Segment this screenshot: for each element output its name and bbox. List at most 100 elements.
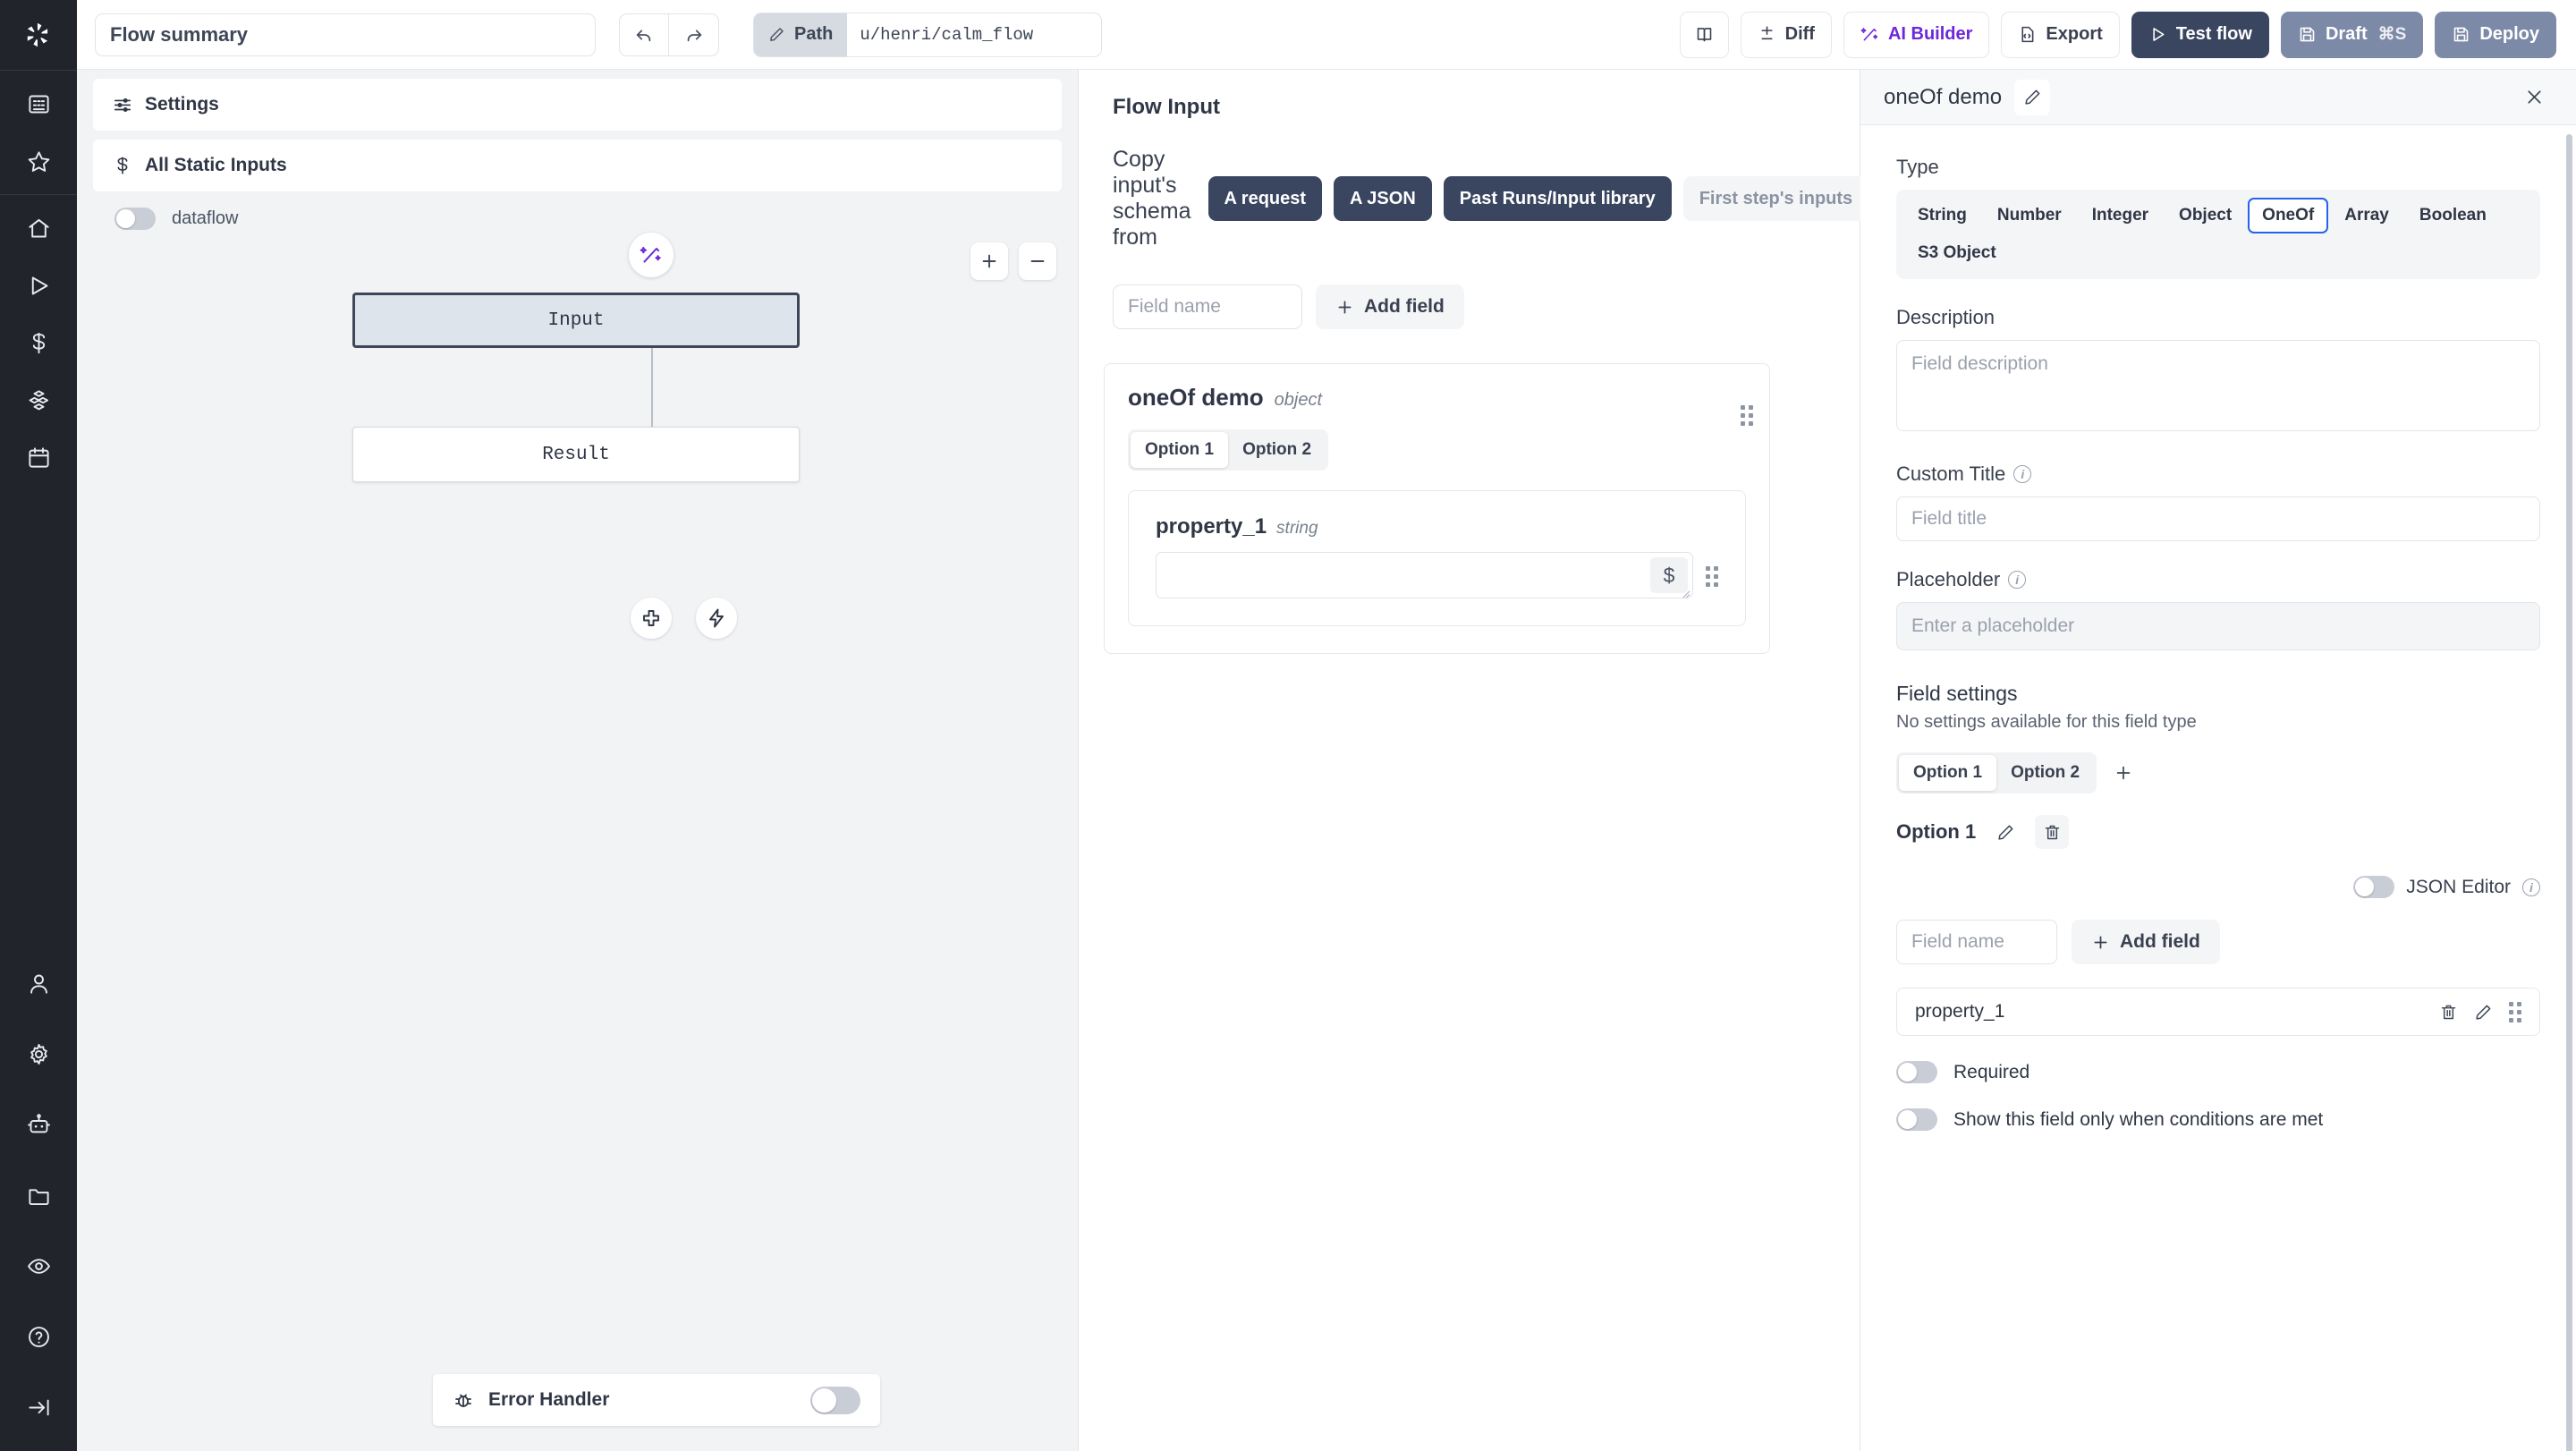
deploy-button[interactable]: Deploy — [2435, 12, 2556, 58]
static-inputs-accordion[interactable]: All Static Inputs — [93, 140, 1062, 191]
sidebar-item-resources[interactable] — [15, 379, 62, 420]
oneof-tab-option-2[interactable]: Option 2 — [1228, 432, 1326, 468]
properties-scrollbar[interactable] — [2566, 134, 2572, 1451]
json-editor-toggle[interactable] — [2353, 876, 2394, 898]
redo-button[interactable] — [669, 13, 719, 56]
draft-button[interactable]: Draft ⌘S — [2281, 12, 2423, 58]
info-icon[interactable]: i — [2008, 571, 2026, 589]
type-option-label: S3 Object — [1918, 243, 1996, 263]
add-option-button[interactable] — [2111, 760, 2136, 785]
flow-node-result-label: Result — [542, 445, 610, 465]
dataflow-toggle[interactable] — [114, 208, 156, 230]
property-drag-handle-icon[interactable] — [2509, 1002, 2521, 1022]
error-handler-label: Error Handler — [488, 1389, 609, 1411]
sidebar-item-help[interactable] — [15, 1316, 62, 1357]
test-flow-button[interactable]: Test flow — [2131, 12, 2269, 58]
copy-from-past-runs-button[interactable]: Past Runs/Input library — [1444, 176, 1672, 221]
settings-accordion[interactable]: Settings — [93, 79, 1062, 131]
placeholder-textarea[interactable] — [1896, 602, 2540, 650]
sidebar-item-favorites[interactable] — [15, 140, 62, 182]
flow-summary-input[interactable] — [95, 13, 596, 56]
property-drag-handle-icon[interactable] — [1706, 566, 1718, 587]
sub-field-name-input[interactable] — [1896, 920, 2057, 964]
sidebar-item-agents[interactable] — [15, 1104, 62, 1145]
rename-field-button[interactable] — [2014, 80, 2050, 115]
sidebar-item-workers[interactable] — [15, 963, 62, 1004]
info-icon[interactable]: i — [2522, 878, 2540, 896]
ai-generate-node-button[interactable] — [629, 233, 674, 277]
add-field-button[interactable]: Add field — [1316, 284, 1464, 329]
export-button[interactable]: Export — [2001, 12, 2119, 58]
copy-from-json-button[interactable]: A JSON — [1334, 176, 1432, 221]
zoom-in-button[interactable] — [970, 242, 1008, 280]
type-option-oneof[interactable]: OneOf — [2248, 198, 2328, 233]
options-row: Option 1 Option 2 — [1896, 752, 2540, 793]
sidebar-item-schedules[interactable] — [15, 437, 62, 478]
type-option-array[interactable]: Array — [2330, 198, 2403, 233]
type-option-boolean[interactable]: Boolean — [2405, 198, 2501, 233]
sub-add-field-row: Add field — [1896, 920, 2540, 964]
sidebar-item-audit-logs[interactable] — [15, 1245, 62, 1286]
resize-handle-icon[interactable] — [1681, 587, 1690, 597]
type-option-integer[interactable]: Integer — [2078, 198, 2163, 233]
option-tab-1[interactable]: Option 1 — [1899, 755, 1996, 791]
selected-option-row: Option 1 — [1896, 815, 2540, 849]
close-panel-button[interactable] — [2515, 79, 2553, 116]
plus-icon — [2114, 763, 2133, 783]
type-option-number[interactable]: Number — [1983, 198, 2076, 233]
custom-title-input[interactable] — [1896, 496, 2540, 541]
sidebar-item-variables[interactable] — [15, 322, 62, 363]
chip-label: A JSON — [1350, 189, 1416, 209]
required-toggle[interactable] — [1896, 1061, 1937, 1083]
type-option-object[interactable]: Object — [2165, 198, 2246, 233]
properties-title: oneOf demo — [1884, 85, 2002, 110]
flow-node-input[interactable]: Input — [352, 293, 800, 348]
copy-from-request-button[interactable]: A request — [1208, 176, 1323, 221]
ai-builder-button[interactable]: AI Builder — [1843, 12, 1989, 58]
sidebar-item-home[interactable] — [15, 208, 62, 249]
flow-node-result[interactable]: Result — [352, 427, 800, 482]
sidebar-item-collapse[interactable] — [15, 1387, 62, 1428]
rename-option-button[interactable] — [1988, 815, 2022, 849]
conditions-toggle[interactable] — [1896, 1108, 1937, 1131]
docs-button[interactable] — [1680, 12, 1729, 58]
oneof-tab-label: Option 1 — [1145, 440, 1214, 460]
add-step-button[interactable] — [631, 598, 672, 639]
info-icon[interactable]: i — [2013, 465, 2031, 483]
windmill-logo[interactable] — [0, 0, 77, 70]
type-option-s3-object[interactable]: S3 Object — [1903, 235, 2011, 271]
type-option-string[interactable]: String — [1903, 198, 1981, 233]
pencil-icon[interactable] — [2474, 1003, 2493, 1022]
sidebar-item-runs[interactable] — [15, 265, 62, 306]
property-value-input[interactable]: $ — [1156, 552, 1693, 598]
sidebar-item-folders[interactable] — [15, 1175, 62, 1216]
sub-add-field-button[interactable]: Add field — [2072, 920, 2220, 964]
conditions-row: Show this field only when conditions are… — [1896, 1108, 2540, 1131]
path-field[interactable]: Path u/henri/calm_flow — [753, 13, 1102, 57]
description-textarea[interactable] — [1896, 340, 2540, 431]
option-tab-2[interactable]: Option 2 — [1996, 755, 2094, 791]
test-flow-label: Test flow — [2176, 24, 2252, 45]
oneof-tab-option-1[interactable]: Option 1 — [1131, 432, 1228, 468]
deploy-label: Deploy — [2479, 24, 2539, 45]
property-list-item[interactable]: property_1 — [1896, 988, 2540, 1036]
delete-option-button[interactable] — [2035, 815, 2069, 849]
error-handler-toggle[interactable] — [810, 1387, 860, 1414]
custom-title-block: Custom Title i — [1896, 462, 2540, 541]
undo-button[interactable] — [619, 13, 669, 56]
rail-group-main — [0, 195, 77, 490]
sidebar-item-apps[interactable] — [15, 83, 62, 124]
copy-from-first-step-button[interactable]: First step's inputs — [1683, 176, 1868, 221]
zoom-out-button[interactable] — [1019, 242, 1056, 280]
add-trigger-button[interactable] — [696, 598, 737, 639]
trash-icon[interactable] — [2439, 1003, 2458, 1022]
path-edit-label[interactable]: Path — [754, 13, 847, 56]
sidebar-item-settings[interactable] — [15, 1033, 62, 1074]
chip-label: Past Runs/Input library — [1460, 189, 1656, 209]
diff-button[interactable]: Diff — [1741, 12, 1832, 58]
add-field-label: Add field — [1364, 296, 1445, 318]
drag-handle-icon[interactable] — [1741, 405, 1753, 426]
field-name-input[interactable] — [1113, 284, 1302, 329]
flow-canvas[interactable]: Input Result Error Handler — [77, 230, 1078, 1451]
path-value-text[interactable]: u/henri/calm_flow — [847, 13, 1101, 56]
